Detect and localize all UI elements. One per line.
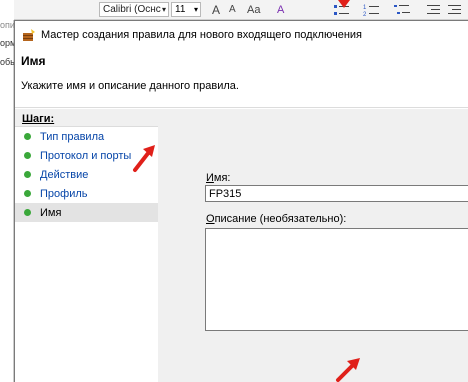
step-label: Имя	[40, 206, 62, 219]
wizard-header: Имя Укажите имя и описание данного прави…	[15, 48, 468, 108]
annotation-arrow-icon	[336, 358, 360, 382]
step-label: Действие	[40, 168, 89, 181]
step-label: Тип правила	[40, 130, 105, 143]
step-status-icon	[24, 133, 31, 140]
name-label-text: мя:	[213, 172, 231, 184]
font-size-combo[interactable]: 11 ▾	[171, 2, 201, 17]
page-title: Имя	[21, 54, 46, 68]
page-description: Укажите имя и описание данного правила.	[21, 80, 239, 92]
firewall-wizard-icon	[23, 28, 35, 41]
shrink-font-button[interactable]: A	[229, 3, 236, 17]
svg-text:2: 2	[363, 12, 367, 18]
description-label-text: писание (необязательно):	[214, 213, 347, 225]
name-label-accelerator: И	[206, 172, 214, 184]
font-name-value: Calibri (Оснс	[103, 4, 161, 15]
background-text-fragment: обь	[0, 57, 15, 67]
content-panel: Имя: Описание (необязательно):	[158, 109, 468, 382]
decrease-indent-icon[interactable]	[425, 2, 443, 18]
description-label: Описание (необязательно):	[206, 213, 346, 225]
word-ribbon-background: Calibri (Оснс ▾ 11 ▾ A A Aa A 1 2	[0, 0, 468, 20]
annotation-arrow-icon	[133, 145, 155, 172]
annotation-arrow-icon	[338, 0, 350, 8]
step-label: Профиль	[40, 187, 88, 200]
step-name[interactable]: Имя	[15, 203, 158, 222]
wizard-body: Шаги: Тип правила Протокол и порты Дейст…	[15, 109, 468, 382]
font-name-combo[interactable]: Calibri (Оснс ▾	[99, 2, 169, 17]
chevron-down-icon: ▾	[193, 5, 198, 14]
word-document-background: опис орм обь	[0, 20, 19, 382]
step-status-icon	[24, 152, 31, 159]
grow-font-button[interactable]: A	[212, 3, 220, 17]
new-inbound-rule-wizard: Мастер создания правила для нового входя…	[14, 20, 468, 382]
step-profile[interactable]: Профиль	[15, 184, 158, 203]
ribbon-left-fragment	[0, 0, 14, 20]
step-status-icon	[24, 190, 31, 197]
name-input[interactable]	[205, 185, 468, 202]
step-status-icon	[24, 171, 31, 178]
clear-format-button[interactable]: A	[277, 3, 284, 17]
increase-indent-icon[interactable]	[446, 2, 464, 18]
description-label-accelerator: О	[206, 213, 215, 225]
change-case-button[interactable]: Aa	[247, 3, 260, 17]
steps-label: Шаги:	[15, 109, 158, 127]
name-label: Имя:	[206, 172, 230, 184]
description-textarea[interactable]	[205, 228, 468, 331]
chevron-down-icon: ▾	[161, 5, 166, 14]
window-title: Мастер создания правила для нового входя…	[41, 28, 362, 41]
svg-text:1: 1	[363, 5, 367, 11]
multilevel-list-icon[interactable]	[392, 2, 414, 18]
numbering-icon[interactable]: 1 2	[362, 2, 384, 18]
step-status-icon	[24, 209, 31, 216]
step-label: Протокол и порты	[40, 149, 132, 162]
window-titlebar: Мастер создания правила для нового входя…	[15, 21, 468, 48]
font-size-value: 11	[175, 4, 186, 15]
